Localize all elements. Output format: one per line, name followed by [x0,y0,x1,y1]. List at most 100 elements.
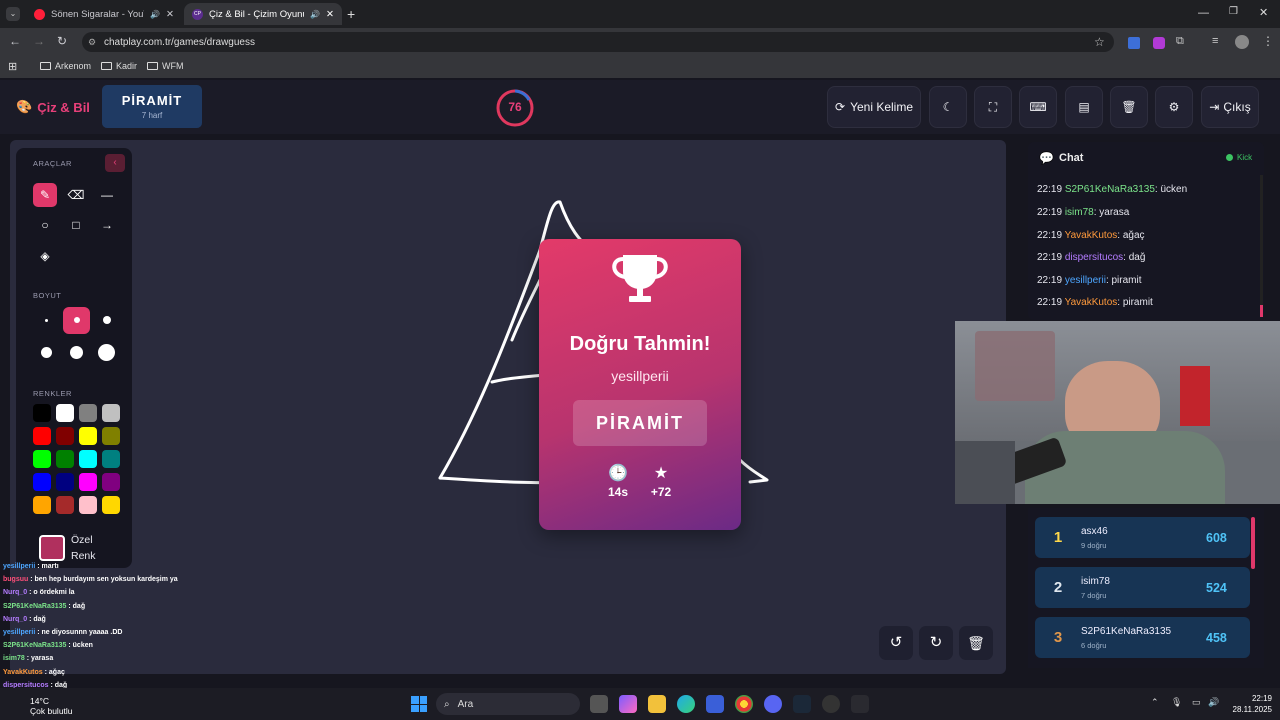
chat-scroll-thumb[interactable] [1260,305,1263,317]
microphone-icon[interactable]: 🎙 [1171,697,1182,708]
minimize-icon[interactable]: — [1198,7,1209,19]
line-tool[interactable]: — [95,183,119,207]
network-icon[interactable]: ▭ [1192,697,1201,708]
chat-scrollbar[interactable] [1260,175,1263,317]
discord-icon[interactable] [764,695,782,713]
menu-kebab-icon[interactable]: ⋮ [1262,34,1274,48]
app-icon[interactable] [851,695,869,713]
color-swatch[interactable] [56,427,74,445]
color-swatch[interactable] [79,496,97,514]
size-option-6[interactable] [98,344,115,361]
color-swatch[interactable] [79,473,97,491]
undo-button[interactable]: ↺ [879,626,913,660]
translate-extension-icon[interactable] [1128,37,1140,49]
tray-chevron-icon[interactable]: ⌃ [1151,697,1159,708]
taskbar-search[interactable]: ⌕ Ara [436,693,580,715]
color-swatch[interactable] [79,404,97,422]
color-swatch[interactable] [102,496,120,514]
color-swatch[interactable] [33,473,51,491]
color-swatch[interactable] [33,450,51,468]
rectangle-tool[interactable]: □ [64,213,88,237]
obs-icon[interactable] [822,695,840,713]
back-icon[interactable]: ← [9,34,21,48]
site-info-icon[interactable]: ⚙ [88,37,96,48]
size-option-3[interactable] [103,316,111,324]
archive-button[interactable]: ▤ [1065,86,1103,128]
collapse-panel-button[interactable]: ‹ [105,154,125,172]
line-icon: — [101,188,113,202]
color-swatch[interactable] [33,427,51,445]
color-swatch[interactable] [56,404,74,422]
apps-grid-icon[interactable]: ⊞ [8,60,17,73]
tab-drawguess[interactable]: CP Çiz & Bil - Çizim Oyunu 🔊 ✕ [184,3,342,25]
size-option-4[interactable] [41,347,52,358]
stream-chat-text: : martı [35,563,59,570]
tab-close-icon[interactable]: ✕ [166,9,174,20]
fill-tool[interactable]: ◈ [33,244,57,268]
speaker-icon[interactable]: 🔊 [310,10,320,19]
tab-label: Çiz & Bil - Çizim Oyunu [209,8,305,20]
extension-icon[interactable] [1153,37,1165,49]
speaker-icon[interactable]: 🔊 [150,10,160,19]
bookmark-kadir[interactable]: Kadir [101,61,137,71]
new-word-button[interactable]: ⟳ Yeni Kelime [827,86,921,128]
close-window-icon[interactable]: ✕ [1259,6,1268,19]
size-option-2-selected[interactable] [63,307,90,334]
color-swatch[interactable] [79,427,97,445]
reading-list-icon[interactable]: ≡ [1212,35,1218,47]
file-explorer-icon[interactable] [648,695,666,713]
size-option-5[interactable] [70,346,83,359]
volume-icon[interactable]: 🔊 [1208,697,1219,708]
chrome-icon[interactable] [735,695,753,713]
settings-button[interactable]: ⚙ [1155,86,1193,128]
profile-avatar[interactable] [1235,35,1249,49]
color-swatch[interactable] [33,404,51,422]
weather-widget[interactable]: 14°C Çok bulutlu [30,696,73,716]
color-swatch[interactable] [33,496,51,514]
reload-icon[interactable]: ↻ [57,34,67,48]
tab-youtube[interactable]: Sönen Sigaralar - YouTube 🔊 ✕ [26,3,182,25]
start-icon[interactable] [411,696,427,712]
color-swatch[interactable] [56,496,74,514]
exit-button[interactable]: ⇥ Çıkış [1201,86,1259,128]
copilot-icon[interactable] [619,695,637,713]
leaderboard-scroll-thumb[interactable] [1251,517,1255,569]
clear-canvas-button[interactable]: 🗑 [959,626,993,660]
arrow-tool[interactable]: → [95,213,119,237]
tab-search-button[interactable]: ⌄ [6,7,20,21]
color-swatch[interactable] [56,473,74,491]
color-swatch[interactable] [79,450,97,468]
steam-icon[interactable] [793,695,811,713]
clock[interactable]: 22:19 28.11.2025 [1224,693,1272,715]
url-bar[interactable]: chatplay.com.tr/games/drawguess [82,32,1114,52]
bookmark-star-icon[interactable]: ☆ [1094,35,1105,49]
bookmark-arkenom[interactable]: Arkenom [40,61,91,71]
color-swatch[interactable] [102,473,120,491]
new-tab-icon[interactable]: + [347,6,355,22]
task-view-icon[interactable] [590,695,608,713]
bookmark-wfm[interactable]: WFM [147,61,184,71]
stream-chat-message: yesillperii : martı [3,563,59,570]
color-swatch[interactable] [102,427,120,445]
forward-icon[interactable]: → [33,34,45,48]
color-swatch[interactable] [102,404,120,422]
fullscreen-button[interactable]: ⛶ [974,86,1012,128]
tab-close-icon[interactable]: ✕ [326,9,334,20]
color-swatch[interactable] [56,450,74,468]
keyboard-button[interactable]: ⌨ [1019,86,1057,128]
restore-icon[interactable]: ❐ [1229,6,1238,17]
edge-icon[interactable] [677,695,695,713]
dark-mode-button[interactable]: ☾ [929,86,967,128]
trash-button[interactable]: 🗑 [1110,86,1148,128]
eraser-tool[interactable]: ⌫ [64,183,88,207]
redo-button[interactable]: ↻ [919,626,953,660]
circle-tool[interactable]: ○ [33,213,57,237]
size-option-1[interactable] [45,319,48,322]
brush-tool[interactable]: ✎ [33,183,57,207]
color-swatch[interactable] [102,450,120,468]
store-icon[interactable] [706,695,724,713]
extensions-puzzle-icon[interactable]: ⧉ [1176,35,1184,48]
custom-color-swatch[interactable] [39,535,65,561]
windows-taskbar [0,688,1280,720]
app-logo[interactable]: 🎨 Çiz & Bil [16,99,90,115]
